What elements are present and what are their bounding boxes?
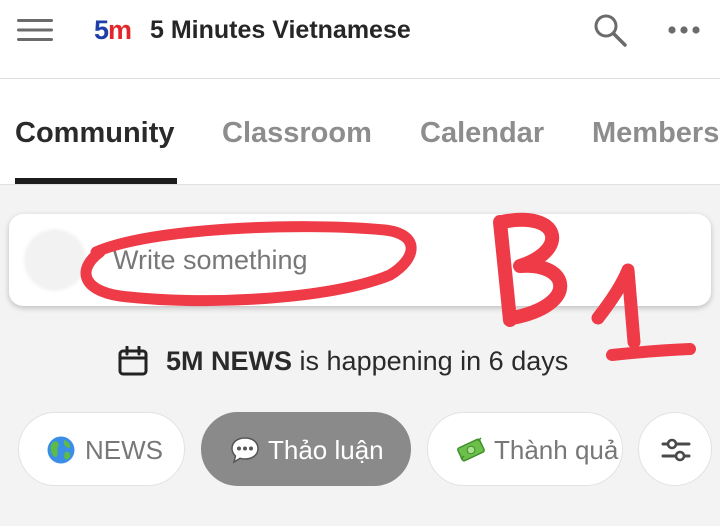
- money-icon: [457, 437, 485, 462]
- logo-digit: 5: [94, 15, 109, 45]
- speech-bubble-icon: [231, 437, 259, 464]
- tab-classroom[interactable]: Classroom: [222, 116, 372, 150]
- category-chips: NEWS Thảo luận Thành quả: [0, 412, 720, 490]
- chip-thanh-qua-label: Thành quả: [494, 435, 619, 465]
- more-horizontal-icon[interactable]: [666, 24, 702, 36]
- calendar-icon: [118, 346, 148, 376]
- tab-calendar[interactable]: Calendar: [420, 116, 544, 150]
- chip-thanh-qua[interactable]: Thành quả: [427, 412, 623, 486]
- chip-thao-luan[interactable]: Thảo luận: [201, 412, 411, 486]
- hamburger-menu-icon[interactable]: [17, 19, 53, 41]
- app-logo: 5m: [94, 15, 132, 45]
- tab-members[interactable]: Members: [592, 116, 719, 150]
- filter-sliders-icon: [661, 438, 691, 462]
- tab-community[interactable]: Community: [15, 116, 175, 150]
- avatar: [24, 229, 86, 291]
- chip-thao-luan-label: Thảo luận: [268, 435, 384, 465]
- event-name: 5M NEWS: [166, 346, 293, 376]
- tab-bar: Community Classroom Calendar Members: [0, 79, 720, 185]
- chip-news-label: NEWS: [85, 435, 163, 465]
- filter-button[interactable]: [638, 412, 712, 486]
- composer-placeholder[interactable]: Write something: [113, 244, 308, 276]
- chip-news[interactable]: NEWS: [18, 412, 185, 486]
- event-text: 5M NEWS is happening in 6 days: [166, 341, 568, 381]
- post-composer[interactable]: Write something: [9, 214, 711, 306]
- search-icon[interactable]: [592, 12, 628, 48]
- event-suffix: is happening in 6 days: [299, 346, 569, 376]
- logo-letter: m: [108, 15, 132, 45]
- annotation-underline: [606, 343, 696, 361]
- top-app-bar: 5m 5 Minutes Vietnamese: [0, 0, 720, 79]
- globe-icon: [47, 436, 75, 464]
- active-tab-indicator: [15, 178, 177, 184]
- app-title: 5 Minutes Vietnamese: [150, 16, 411, 44]
